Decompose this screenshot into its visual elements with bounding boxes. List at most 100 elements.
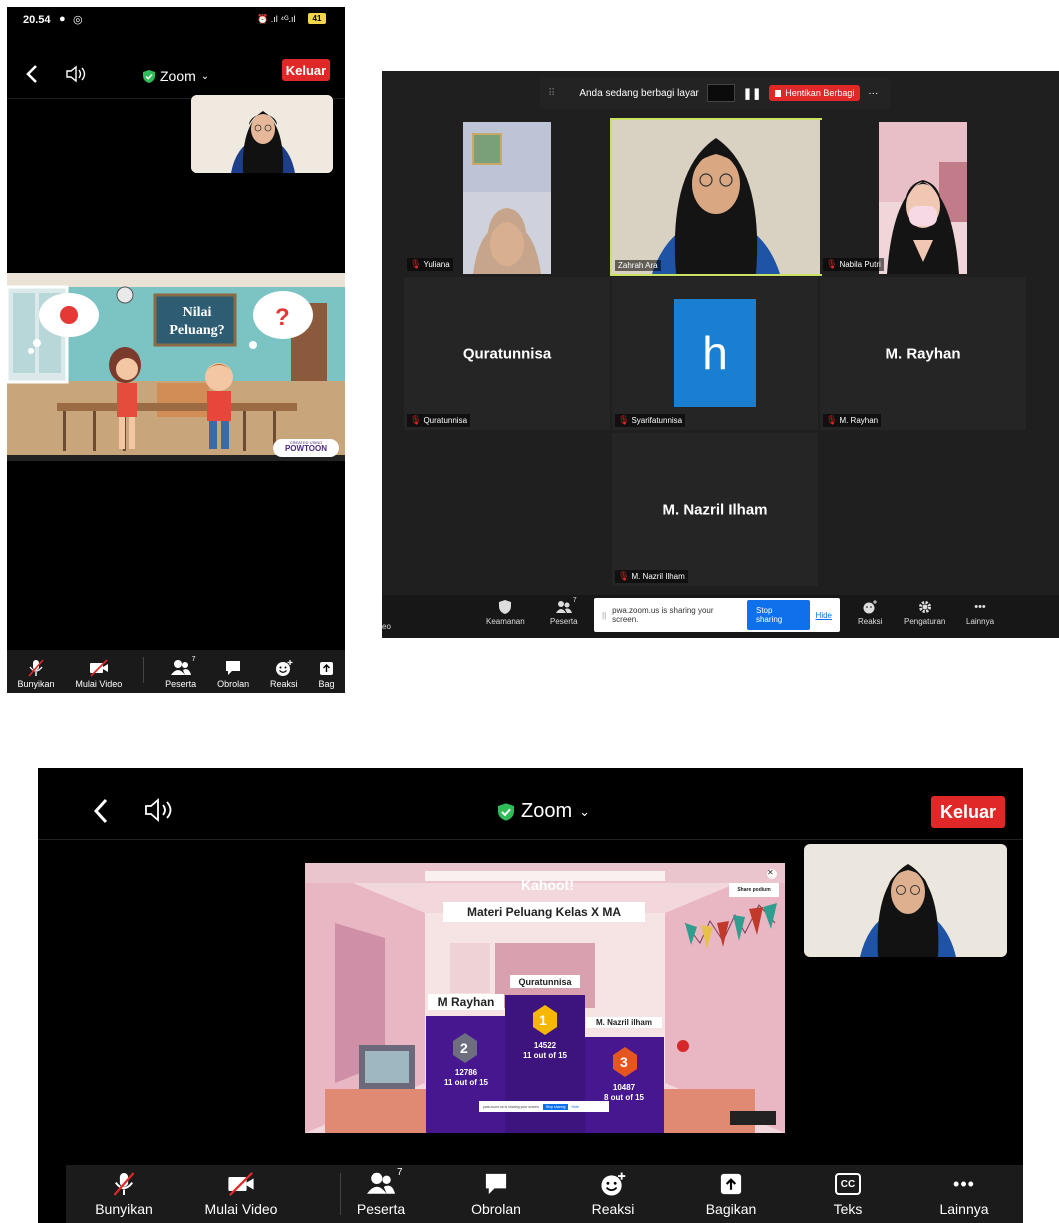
podium-1-score: 14522 [533,1041,557,1050]
mic-muted-icon: 🎙 [410,259,422,269]
close-icon[interactable]: ✕ [767,868,774,877]
more-button[interactable]: ••• Lainnya [966,600,994,626]
reactions-button[interactable]: Reaksi [270,659,298,689]
sharing-status-text: Anda sedang berbagi layar [579,87,699,99]
stop-square-icon [775,89,782,97]
stop-sharing-button[interactable]: Stop sharing [746,600,810,630]
leave-button[interactable]: Keluar [931,796,1005,828]
drag-handle-icon[interactable]: ⠿ [548,88,555,99]
toolbar-divider [143,656,145,683]
tablet-screenshot: Zoom ⌄ Keluar Kahoot! Materi Peluang Kel… [38,768,1023,1223]
reaction-icon [601,1172,626,1196]
reactions-button[interactable]: Reaksi [558,1171,668,1217]
chat-label: Obrolan [217,679,250,689]
unmute-label: Bunyikan [95,1201,153,1217]
video-label-cut: eo [382,622,391,631]
captions-label: Teks [833,1201,863,1217]
pause-share-icon[interactable]: ❚❚ [743,87,761,100]
kahoot-logo: Kahoot! [521,877,574,893]
shared-screen-thumbnail [706,84,735,102]
video-tile-yuliana[interactable]: 🎙 Yuliana [404,120,612,274]
self-video-thumbnail[interactable] [191,95,333,173]
reactions-label: Reaksi [858,617,883,626]
rank-2-badge: 2 [460,1040,468,1056]
video-tile-zahrah-ara-active-speaker[interactable]: Zahrah Ara [610,118,822,276]
rank-1-badge: 1 [539,1012,547,1028]
hide-link[interactable]: Hide [571,1105,578,1109]
podium-3-score: 10487 [612,1083,636,1092]
more-dots-icon: ••• [974,601,986,613]
sharing-notice-text: pwa.zoom.us is sharing your screen. [483,1104,540,1109]
stop-sharing-button[interactable]: Stop sharing [542,1103,569,1110]
reaction-icon [863,600,878,614]
chat-button[interactable]: Obrolan [217,659,249,689]
back-icon[interactable] [25,64,39,84]
participant-display-name: M. Nazril Ilham [662,501,768,518]
participant-name-tag: 🎙 Yuliana [407,258,453,271]
speaker-icon[interactable] [65,65,87,83]
shared-powtoon-video[interactable]: ? Nilai Peluang? CREATED USING POWTOON [7,273,345,461]
reaction-icon [275,660,293,676]
security-button[interactable]: Keamanan [486,600,525,626]
participant-name: M. Rayhan [839,416,879,425]
more-button[interactable]: ••• Lainnya [909,1171,1019,1217]
more-label: Lainnya [966,617,995,626]
video-tile-m-nazril-ilham[interactable]: M. Nazril Ilham 🎙 M. Nazril Ilham [612,433,818,586]
mic-muted-icon: 🎙 [826,415,838,425]
unmute-button[interactable]: Bunyikan [17,659,54,689]
podium-2-name: M Rayhan [428,994,504,1010]
start-video-button[interactable]: Mulai Video [186,1171,296,1217]
participants-button[interactable]: 7 Peserta [326,1167,436,1217]
participant-name: Zahrah Ara [618,261,658,270]
participants-count: 7 [191,656,196,663]
podium-3-stats: 10487 8 out of 15 [584,1083,664,1102]
reactions-button[interactable]: Reaksi [858,600,882,626]
video-tile-syarifatunnisa[interactable]: h 🎙 Syarifatunnisa [612,277,818,430]
share-podium-button[interactable]: Share podium [729,883,779,897]
participants-count: 7 [572,597,577,604]
chevron-down-icon: ⌄ [579,803,591,819]
meeting-header: Zoom ⌄ Keluar [7,55,345,99]
shared-kahoot-screen[interactable]: Kahoot! Materi Peluang Kelas X MA Share … [305,863,785,1133]
stop-share-button[interactable]: Hentikan Berbagi [769,85,861,101]
self-video-thumbnail[interactable] [804,844,1007,957]
share-icon [320,662,334,675]
meeting-title[interactable]: Zoom ⌄ [498,800,590,823]
powtoon-badge-label: POWTOON [284,444,328,453]
instagram-icon: ◎ [73,14,83,26]
captions-button[interactable]: CC Teks [793,1171,903,1217]
video-tile-m-rayhan[interactable]: M. Rayhan 🎙 M. Rayhan [820,277,1026,430]
shield-icon [499,600,512,614]
share-button[interactable]: Bagikan [676,1171,786,1217]
more-options-icon[interactable]: ··· [868,88,878,99]
participants-button[interactable]: 7 Peserta [165,656,197,689]
hide-link[interactable]: Hide [816,611,832,620]
settings-button[interactable]: Pengaturan [904,600,945,626]
leave-button[interactable]: Keluar [282,59,330,81]
reactions-label: Reaksi [591,1201,635,1217]
chat-icon [485,1173,507,1195]
drag-handle-icon[interactable]: || [602,611,606,620]
more-label: Lainnya [939,1201,989,1217]
start-video-button[interactable]: Mulai Video [75,659,122,689]
participants-label: Peserta [356,1201,406,1217]
speaker-icon[interactable] [144,798,174,822]
unmute-button[interactable]: Bunyikan [69,1171,179,1217]
participant-name-tag: 🎙 M. Nazril Ilham [615,570,688,583]
participants-label: Peserta [165,679,197,689]
chat-button[interactable]: Obrolan [441,1171,551,1217]
meeting-title[interactable]: Zoom ⌄ [143,68,209,84]
podium-2-detail: 11 out of 15 [443,1077,488,1087]
video-tile-nabila-putri[interactable]: 🎙 Nabila Putri [820,120,1026,274]
video-tile-quratunnisa[interactable]: Quratunnisa 🎙 Quratunnisa [404,277,610,430]
share-button[interactable]: Bag [318,659,334,689]
rank-3-badge: 3 [620,1054,628,1070]
participants-button[interactable]: 7 Peserta [550,597,578,626]
shield-check-icon [498,802,514,821]
back-icon[interactable] [92,798,110,824]
chevron-down-icon: ⌄ [200,70,210,82]
mic-muted-icon: 🎙 [826,259,838,269]
phone-toolbar: Bunyikan Mulai Video 7 Peserta Obrolan R… [7,650,345,693]
battery-icon: 41 [308,13,326,24]
sharing-notice-text: pwa.zoom.us is sharing your screen. [612,606,714,624]
